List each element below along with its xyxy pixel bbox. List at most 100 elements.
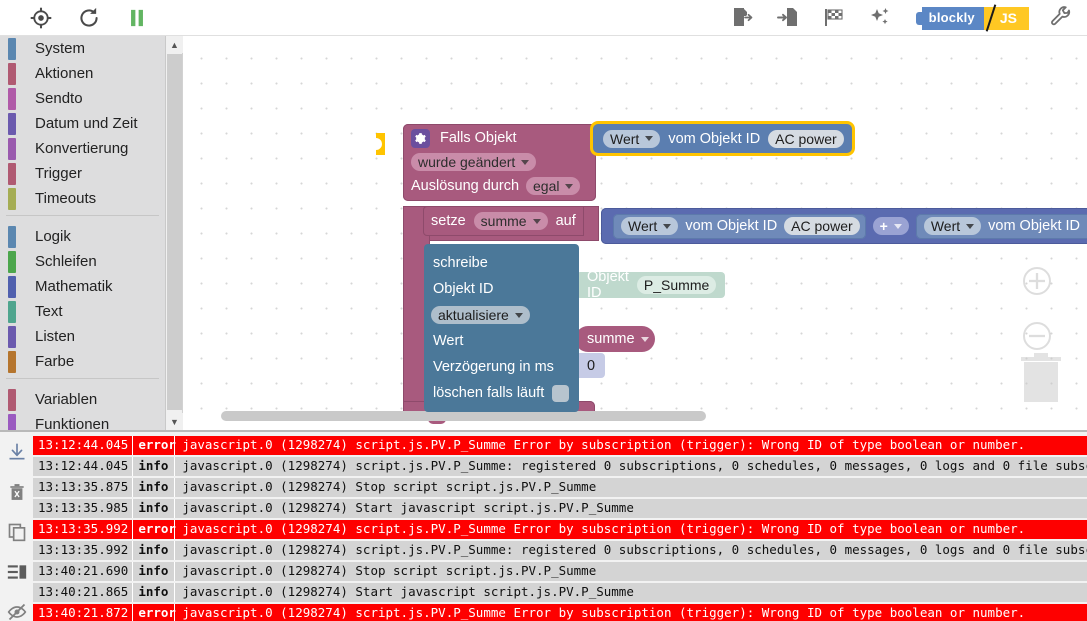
- sidebar-item-funktionen[interactable]: Funktionen: [0, 412, 165, 430]
- write-value-label: Wert: [433, 333, 464, 349]
- object-id-field[interactable]: AC power: [784, 217, 860, 235]
- value-type-dropdown[interactable]: Wert: [923, 217, 982, 235]
- log-message: javascript.0 (1298274) script.js.PV.P_Su…: [182, 458, 1087, 473]
- trigger-source-label: Auslösung durch: [411, 178, 520, 194]
- hide-log-icon[interactable]: [7, 602, 27, 621]
- sidebar-item-schleifen[interactable]: Schleifen: [0, 249, 165, 274]
- sidebar-item-farbe[interactable]: Farbe: [0, 349, 165, 374]
- write-object-block[interactable]: schreibe Objekt ID aktualisiere Wert Ver…: [424, 244, 579, 412]
- toolbox-scrollbar[interactable]: ▲ ▼: [166, 36, 183, 430]
- sidebar-item-text[interactable]: Text: [0, 299, 165, 324]
- blockly-workspace[interactable]: Falls Objekt wurde geändert Auslösung du…: [183, 36, 1087, 430]
- mode-blockly-label[interactable]: blockly: [921, 6, 984, 30]
- chevron-down-icon: [966, 223, 975, 229]
- chevron-down-icon: [640, 336, 649, 342]
- log-severity: error: [133, 604, 176, 621]
- gear-icon[interactable]: [411, 128, 430, 148]
- trigger-condition-value: wurde geändert: [418, 154, 516, 170]
- write-mode-dropdown[interactable]: aktualisiere: [431, 306, 530, 324]
- log-toolbar: [0, 432, 34, 621]
- sidebar-item-aktionen[interactable]: Aktionen: [0, 61, 165, 86]
- clear-if-running-checkbox[interactable]: [552, 384, 570, 402]
- log-list[interactable]: 13:12:44.045 error javascript.0 (1298274…: [33, 436, 1087, 621]
- object-id-block[interactable]: Objekt ID P_Summe: [576, 269, 726, 301]
- log-row[interactable]: 13:13:35.992 info javascript.0 (1298274)…: [33, 541, 1087, 560]
- sidebar-item-sendto[interactable]: Sendto: [0, 86, 165, 111]
- log-message: javascript.0 (1298274) Stop script scrip…: [182, 563, 597, 578]
- toolbox-sidebar[interactable]: System Aktionen Sendto Datum und Zeit Ko…: [0, 36, 166, 430]
- scroll-up-arrow-icon[interactable]: ▲: [166, 36, 183, 53]
- log-message: javascript.0 (1298274) script.js.PV.P_Su…: [182, 521, 1026, 536]
- value-type-dropdown[interactable]: Wert: [603, 129, 661, 148]
- sparkles-icon[interactable]: [868, 5, 894, 31]
- log-row[interactable]: 13:13:35.992 error javascript.0 (1298274…: [33, 520, 1087, 539]
- variable-get-block[interactable]: summe: [575, 326, 655, 352]
- category-color-chip: [8, 62, 16, 85]
- object-id-value: AC power: [775, 130, 837, 147]
- value-type-value: Wert: [610, 130, 640, 147]
- sidebar-item-konvertierung[interactable]: Konvertierung: [0, 136, 165, 161]
- variable-name-dropdown[interactable]: summe: [473, 212, 548, 230]
- log-row[interactable]: 13:13:35.985 info javascript.0 (1298274)…: [33, 499, 1087, 518]
- set-variable-block[interactable]: setze summe auf: [423, 206, 584, 236]
- trigger-source-dropdown[interactable]: egal: [526, 177, 581, 195]
- sidebar-item-system[interactable]: System: [0, 36, 165, 61]
- log-row[interactable]: 13:12:44.045 error javascript.0 (1298274…: [33, 436, 1087, 455]
- toolbar-left-group: [28, 0, 150, 36]
- value-type-dropdown[interactable]: Wert: [621, 217, 679, 235]
- sidebar-item-trigger[interactable]: Trigger: [0, 161, 165, 186]
- object-id-field[interactable]: AC power: [768, 129, 844, 148]
- sidebar-item-variablen[interactable]: Variablen: [0, 387, 165, 412]
- operator-dropdown[interactable]: +: [872, 217, 909, 235]
- mode-toggle[interactable]: blockly JS: [915, 4, 1029, 32]
- import-blocks-icon[interactable]: [776, 5, 802, 31]
- get-object-value-block-b[interactable]: Wert vom Objekt ID AC power: [915, 213, 1087, 239]
- wrench-icon[interactable]: [1049, 5, 1075, 31]
- trigger-condition-dropdown[interactable]: wurde geändert: [411, 153, 537, 171]
- trigger-source-value: egal: [533, 178, 560, 194]
- trigger-value-connector: [376, 133, 385, 155]
- sidebar-item-label: Schleifen: [35, 253, 97, 270]
- copy-log-icon[interactable]: [7, 522, 27, 547]
- trash-icon[interactable]: [1017, 346, 1065, 409]
- layout-log-icon[interactable]: [7, 562, 27, 587]
- log-timestamp: 13:40:21.690: [33, 562, 134, 581]
- sidebar-item-listen[interactable]: Listen: [0, 324, 165, 349]
- checkered-flag-icon[interactable]: [822, 5, 848, 31]
- category-color-chip: [8, 350, 16, 373]
- log-row[interactable]: 13:40:21.865 info javascript.0 (1298274)…: [33, 583, 1087, 602]
- center-target-icon[interactable]: [28, 5, 54, 31]
- toolbar-right-group: blockly JS: [730, 0, 1075, 36]
- category-color-chip: [8, 37, 16, 60]
- sidebar-item-datum-und-zeit[interactable]: Datum und Zeit: [0, 111, 165, 136]
- sidebar-item-mathematik[interactable]: Mathematik: [0, 274, 165, 299]
- log-severity: info: [133, 562, 176, 581]
- scroll-down-arrow-icon[interactable]: ▼: [166, 413, 183, 430]
- pause-icon[interactable]: [124, 5, 150, 31]
- trigger-block[interactable]: Falls Objekt wurde geändert Auslösung du…: [403, 124, 596, 201]
- delete-log-icon[interactable]: [7, 482, 27, 507]
- log-row[interactable]: 13:13:35.875 info javascript.0 (1298274)…: [33, 478, 1087, 497]
- log-message: javascript.0 (1298274) script.js.PV.P_Su…: [182, 437, 1026, 452]
- workspace-horizontal-scrollbar[interactable]: [221, 411, 706, 421]
- log-row[interactable]: 13:40:21.690 info javascript.0 (1298274)…: [33, 562, 1087, 581]
- download-log-icon[interactable]: [7, 442, 27, 467]
- write-clear-label: löschen falls läuft: [433, 385, 545, 401]
- object-id-block-field[interactable]: P_Summe: [636, 276, 717, 294]
- category-color-chip: [8, 388, 16, 411]
- get-object-value-block-a[interactable]: Wert vom Objekt ID AC power: [613, 213, 866, 239]
- sidebar-item-timeouts[interactable]: Timeouts: [0, 186, 165, 211]
- export-blocks-icon[interactable]: [730, 5, 756, 31]
- scrollbar-thumb[interactable]: [167, 54, 182, 410]
- arithmetic-block[interactable]: Wert vom Objekt ID AC power + Wert vom O…: [601, 208, 1087, 244]
- trigger-condition-row: wurde geändert: [403, 152, 596, 177]
- get-object-value-block-selected[interactable]: Wert vom Objekt ID AC power: [593, 124, 852, 153]
- log-panel: 13:12:44.045 error javascript.0 (1298274…: [0, 430, 1087, 621]
- log-timestamp: 13:12:44.045: [33, 436, 134, 455]
- log-row[interactable]: 13:12:44.045 info javascript.0 (1298274)…: [33, 457, 1087, 476]
- log-message: javascript.0 (1298274) script.js.PV.P_Su…: [182, 605, 1026, 620]
- zoom-in-icon[interactable]: [1017, 261, 1063, 306]
- log-row[interactable]: 13:40:21.872 error javascript.0 (1298274…: [33, 604, 1087, 621]
- sidebar-item-logik[interactable]: Logik: [0, 224, 165, 249]
- reload-icon[interactable]: [76, 5, 102, 31]
